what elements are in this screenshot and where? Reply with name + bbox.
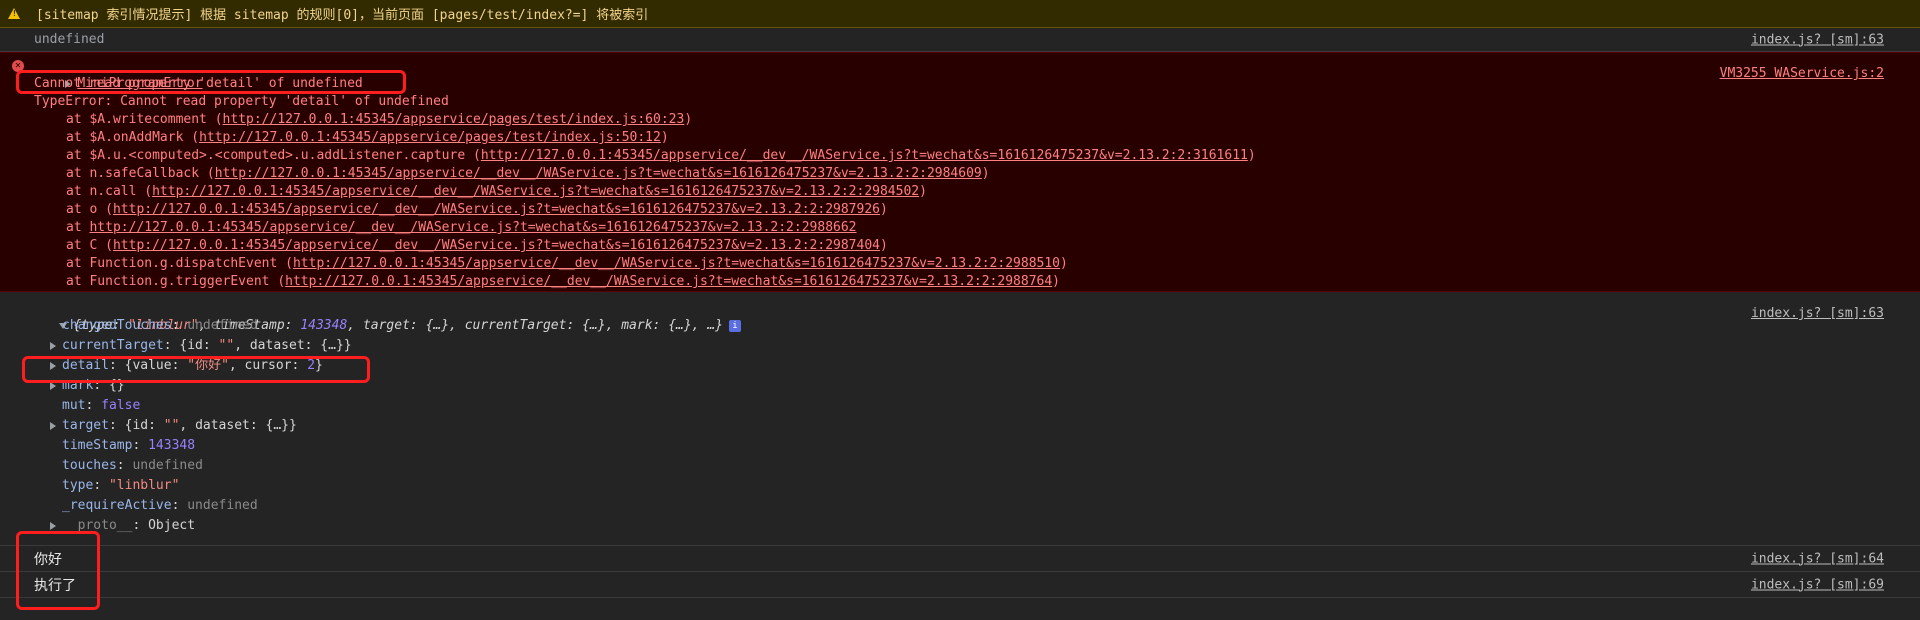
source-link[interactable]: index.js? [sm]:64 xyxy=(1751,551,1884,566)
log-text: 执行了 xyxy=(34,577,76,594)
prop-requireActive: _requireActive: undefined xyxy=(62,498,258,513)
log-row: 执行了 index.js? [sm]:69 xyxy=(0,572,1920,598)
stack-frame: at $A.writecomment (http://127.0.0.1:453… xyxy=(66,112,693,127)
stack-frame: at n.safeCallback (http://127.0.0.1:4534… xyxy=(66,166,990,181)
expand-triangle-icon[interactable] xyxy=(50,521,56,530)
prop-type: type: "linblur" xyxy=(62,478,180,493)
prop-detail[interactable]: detail: {value: "你好", cursor: 2} xyxy=(34,356,1920,376)
stack-frame: at Function.g.triggerEvent (http://127.0… xyxy=(66,274,1060,289)
stack-frame-link[interactable]: http://127.0.0.1:45345/appservice/pages/… xyxy=(223,112,685,127)
stack-frame: at C (http://127.0.0.1:45345/appservice/… xyxy=(66,238,888,253)
log-row-undefined: undefined index.js? [sm]:63 xyxy=(0,28,1920,52)
stack-frame-link[interactable]: http://127.0.0.1:45345/appservice/__dev_… xyxy=(113,202,880,217)
prop-target[interactable]: target: {id: "", dataset: {…}} xyxy=(34,416,1920,436)
error-icon: ✕ xyxy=(12,60,24,72)
prop-currentTarget[interactable]: currentTarget: {id: "", dataset: {…}} xyxy=(34,336,1920,356)
error-title-line[interactable]: MiniProgramError xyxy=(34,57,1920,91)
prop-timeStamp: timeStamp: 143348 xyxy=(62,438,196,453)
stack-frame-link[interactable]: http://127.0.0.1:45345/appservice/__dev_… xyxy=(215,166,982,181)
prop-touches: touches: undefined xyxy=(62,458,203,473)
prop-proto[interactable]: __proto__: Object xyxy=(34,516,1920,536)
stack-frame-link[interactable]: http://127.0.0.1:45345/appservice/__dev_… xyxy=(481,148,1248,163)
event-object-block: index.js? [sm]:63 {type: "linblur", time… xyxy=(0,292,1920,546)
expand-triangle-icon[interactable] xyxy=(50,341,56,350)
prop-mut: mut: false xyxy=(62,398,141,413)
stack-frame-link[interactable]: http://127.0.0.1:45345/appservice/__dev_… xyxy=(293,256,1060,271)
error-source-link[interactable]: VM3255 WAService.js:2 xyxy=(1720,66,1884,81)
prop-mark[interactable]: mark: {} xyxy=(34,376,1920,396)
warning-icon xyxy=(8,8,20,19)
stack-frame-link[interactable]: http://127.0.0.1:45345/appservice/pages/… xyxy=(199,130,661,145)
expand-triangle-icon[interactable] xyxy=(50,361,56,370)
stack-frame: at $A.u.<computed>.<computed>.u.addListe… xyxy=(66,148,1256,163)
stack-frame-link[interactable]: http://127.0.0.1:45345/appservice/__dev_… xyxy=(89,220,856,235)
stack-frame: at http://127.0.0.1:45345/appservice/__d… xyxy=(66,220,857,235)
source-link[interactable]: index.js? [sm]:63 xyxy=(1751,32,1884,47)
stack-frame-link[interactable]: http://127.0.0.1:45345/appservice/__dev_… xyxy=(152,184,919,199)
stack-frame-link[interactable]: http://127.0.0.1:45345/appservice/__dev_… xyxy=(113,238,880,253)
stack-trace: at $A.writecomment (http://127.0.0.1:453… xyxy=(34,111,1920,291)
log-text: undefined xyxy=(34,32,105,47)
stack-frame: at o (http://127.0.0.1:45345/appservice/… xyxy=(66,202,888,217)
stack-frame: at n.call (http://127.0.0.1:45345/appser… xyxy=(66,184,927,199)
sitemap-warning-row: [sitemap 索引情况提示] 根据 sitemap 的规则[0]，当前页面 … xyxy=(0,0,1920,28)
log-row: 你好 index.js? [sm]:64 xyxy=(0,546,1920,572)
error-type-line: TypeError: Cannot read property 'detail'… xyxy=(34,94,449,109)
warning-text: [sitemap 索引情况提示] 根据 sitemap 的规则[0]，当前页面 … xyxy=(36,8,649,23)
error-message-block: ✕ MiniProgramError VM3255 WAService.js:2… xyxy=(0,52,1920,292)
stack-frame-link[interactable]: http://127.0.0.1:45345/appservice/__dev_… xyxy=(285,274,1052,289)
log-text: 你好 xyxy=(34,551,62,568)
stack-frame: at $A.onAddMark (http://127.0.0.1:45345/… xyxy=(66,130,669,145)
error-message: Cannot read property 'detail' of undefin… xyxy=(34,76,363,91)
object-summary[interactable]: {type: "linblur", timeStamp: 143348, tar… xyxy=(28,296,1920,333)
expand-triangle-icon[interactable] xyxy=(50,421,56,430)
source-link[interactable]: index.js? [sm]:63 xyxy=(1751,306,1884,321)
info-icon[interactable]: i xyxy=(728,319,741,332)
source-link[interactable]: index.js? [sm]:69 xyxy=(1751,577,1884,592)
expand-triangle-icon[interactable] xyxy=(50,381,56,390)
stack-frame: at Function.g.dispatchEvent (http://127.… xyxy=(66,256,1068,271)
